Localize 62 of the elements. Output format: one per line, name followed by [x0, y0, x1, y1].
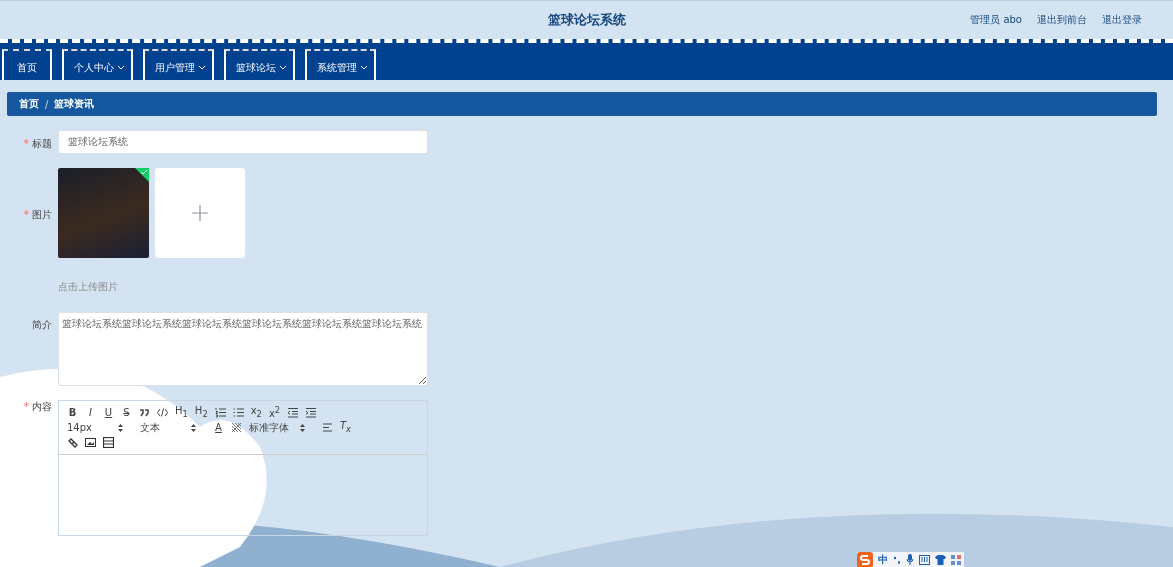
field-label: 标题	[32, 138, 52, 149]
numbered-list-icon	[214, 407, 226, 418]
outdent-icon	[287, 407, 299, 418]
upload-button[interactable]	[155, 168, 245, 258]
header-link[interactable]: 退出登录	[1102, 13, 1142, 27]
nav-menu-item[interactable]: 系统管理	[305, 49, 376, 80]
indent-icon	[305, 407, 317, 418]
plus-icon	[192, 205, 208, 221]
chevron-down-icon	[279, 65, 287, 70]
format-button[interactable]: H$_{1}$	[175, 405, 188, 420]
format-button[interactable]: S	[121, 406, 132, 419]
upload-hint: 点击上传图片	[58, 280, 119, 294]
breadcrumb-link[interactable]: 篮球资讯	[54, 97, 95, 111]
summary-textarea[interactable]: 篮球论坛系统篮球论坛系统篮球论坛系统篮球论坛系统篮球论坛系统篮球论坛系统	[58, 312, 428, 386]
required-asterisk: *	[23, 400, 29, 413]
format-button[interactable]: x$_{2}$	[250, 405, 262, 420]
punctuation-icon	[893, 554, 901, 565]
field-label: 简介	[32, 319, 52, 330]
title-input[interactable]: 篮球论坛系统	[58, 130, 428, 154]
keyboard-icon	[919, 554, 930, 565]
code-icon	[157, 407, 168, 418]
highlight-icon	[231, 422, 242, 433]
sort-arrows-icon	[191, 423, 196, 432]
format-button[interactable]: T$_{x}$	[340, 420, 352, 435]
align-icon	[322, 422, 333, 433]
field-label: 图片	[32, 209, 52, 220]
format-select[interactable]: 14px	[67, 422, 123, 433]
required-asterisk: *	[23, 137, 29, 150]
format-button[interactable]: A	[213, 421, 224, 434]
chevron-down-icon	[360, 65, 368, 70]
format-button[interactable]: x$^{2}$	[268, 404, 281, 421]
input-mode-label[interactable]: 中	[878, 552, 888, 567]
header-link[interactable]: 管理员 abo	[970, 13, 1022, 27]
sort-arrows-icon	[118, 423, 123, 432]
chevron-down-icon	[117, 65, 125, 70]
format-select[interactable]: 文本	[140, 420, 196, 435]
nav-menu-item[interactable]: 个人中心	[62, 49, 133, 80]
bullet-list-icon	[232, 407, 244, 418]
site-title: 篮球论坛系统	[547, 11, 626, 29]
video-icon	[103, 437, 114, 448]
microphone-icon	[906, 554, 914, 565]
required-asterisk: *	[23, 208, 29, 221]
rich-text-editor[interactable]: B I U S H$_{1}$ H$_{2}$ x$_{2}$ x$^{2}$ 14px 文本 A 标准字体 T$_{x}$	[58, 400, 428, 536]
nav-menu-item[interactable]: 篮球论坛	[224, 49, 295, 80]
field-label: 内容	[32, 401, 52, 412]
chevron-down-icon	[198, 65, 206, 70]
link-icon	[67, 437, 78, 448]
image-icon	[85, 437, 96, 448]
shirt-icon	[935, 554, 946, 565]
breadcrumb-link[interactable]: 首页	[19, 97, 39, 111]
nav-menu-item[interactable]: 用户管理	[143, 49, 214, 80]
format-button[interactable]: H$_{2}$	[194, 405, 208, 420]
format-button[interactable]: U	[103, 406, 114, 419]
quote-icon	[139, 407, 150, 418]
breadcrumb-separator: /	[45, 98, 49, 110]
sort-arrows-icon	[300, 423, 305, 432]
nav-menu-item[interactable]: 首页	[2, 49, 52, 80]
grid-icon	[951, 554, 961, 565]
format-button[interactable]: B	[67, 406, 78, 419]
header-link[interactable]: 退出到前台	[1037, 13, 1087, 27]
format-button[interactable]: I	[85, 406, 96, 419]
format-select[interactable]: 标准字体	[249, 420, 305, 435]
